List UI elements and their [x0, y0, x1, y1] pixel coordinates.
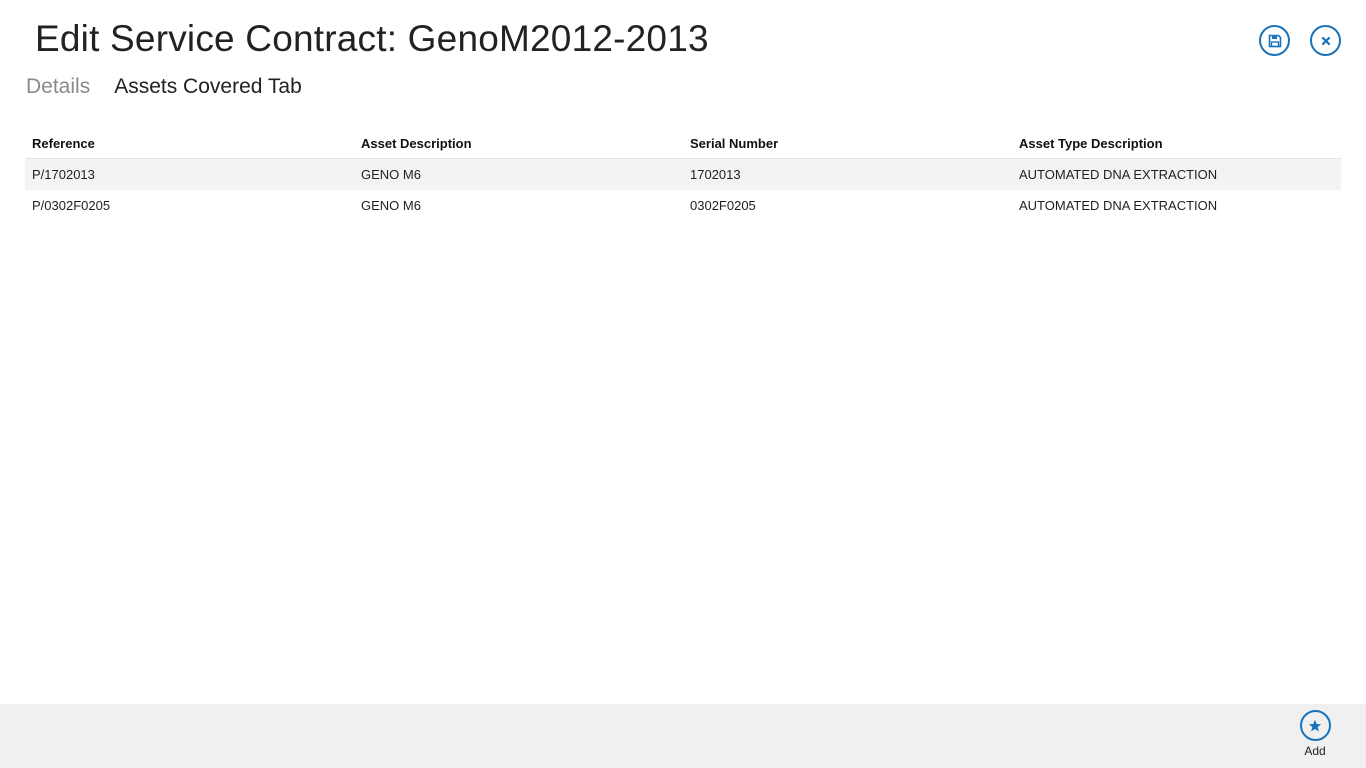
add-button-label: Add	[1304, 744, 1326, 758]
table-row[interactable]: P/1702013 GENO M6 1702013 AUTOMATED DNA …	[25, 159, 1341, 190]
edit-service-contract-page: Edit Service Contract: GenoM2012-2013 De…	[0, 0, 1366, 768]
column-header-asset-type-description[interactable]: Asset Type Description	[1012, 136, 1341, 151]
column-header-asset-description[interactable]: Asset Description	[354, 136, 683, 151]
tab-details[interactable]: Details	[26, 75, 90, 99]
cell-asset-description: GENO M6	[361, 198, 421, 213]
page-title: Edit Service Contract: GenoM2012-2013	[35, 18, 709, 59]
table-header: Reference Asset Description Serial Numbe…	[25, 128, 1341, 159]
close-icon	[1320, 35, 1332, 47]
table-row[interactable]: P/0302F0205 GENO M6 0302F0205 AUTOMATED …	[25, 190, 1341, 221]
top-actions	[1259, 25, 1341, 56]
cell-asset-description: GENO M6	[361, 167, 421, 182]
assets-covered-table: Reference Asset Description Serial Numbe…	[25, 128, 1341, 221]
cell-asset-type-description: AUTOMATED DNA EXTRACTION	[1019, 198, 1218, 213]
cell-reference: P/0302F0205	[32, 198, 111, 213]
column-header-reference[interactable]: Reference	[25, 136, 354, 151]
add-button-circle[interactable]	[1299, 710, 1331, 741]
cell-serial-number: 0302F0205	[690, 198, 756, 213]
app-bar: Add	[0, 704, 1366, 768]
star-icon	[1308, 719, 1322, 733]
cell-serial-number: 1702013	[690, 167, 741, 182]
save-button[interactable]	[1259, 25, 1290, 56]
cell-reference: P/1702013	[32, 167, 95, 182]
add-button[interactable]: Add	[1292, 710, 1338, 758]
save-icon	[1268, 34, 1282, 48]
tab-bar: Details Assets Covered Tab	[26, 75, 302, 99]
cell-asset-type-description: AUTOMATED DNA EXTRACTION	[1019, 167, 1218, 182]
close-button[interactable]	[1310, 25, 1341, 56]
column-header-serial-number[interactable]: Serial Number	[683, 136, 1012, 151]
tab-assets-covered[interactable]: Assets Covered Tab	[114, 75, 302, 99]
